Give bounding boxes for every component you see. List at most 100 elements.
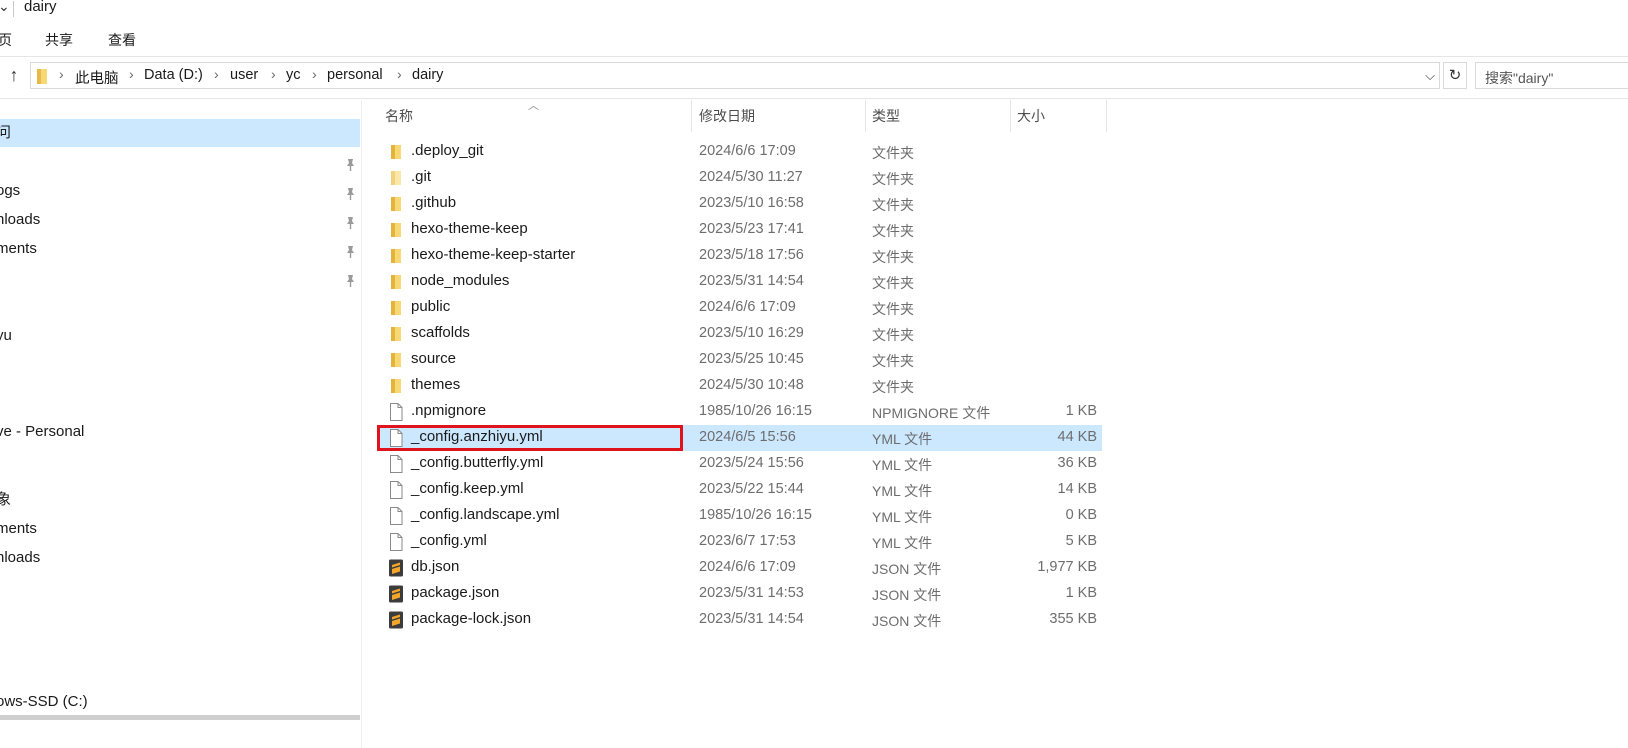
column-separator[interactable] [865, 100, 866, 132]
chevron-right-icon[interactable]: › [214, 66, 219, 82]
folder-icon [36, 67, 50, 89]
nav-item[interactable] [0, 264, 360, 292]
nav-item[interactable]: yu [0, 322, 360, 350]
column-separator[interactable] [1106, 100, 1107, 132]
column-header-date[interactable]: 修改日期 [694, 100, 755, 132]
file-row[interactable]: package-lock.json 2023/5/31 14:54 JSON 文件 3… [380, 607, 1102, 633]
folder-icon [388, 143, 404, 161]
nav-item-label: ments [0, 520, 37, 537]
nav-item[interactable]: ve - Personal [0, 418, 360, 446]
nav-item[interactable]: nloads [0, 206, 360, 234]
folder-icon [388, 377, 404, 395]
file-row[interactable]: .npmignore 1985/10/26 16:15 NPMIGNORE 文件 1 … [380, 399, 1102, 425]
file-row[interactable]: hexo-theme-keep 2023/5/23 17:41 文件夹 [380, 217, 1102, 243]
file-row[interactable]: .deploy_git 2024/6/6 17:09 文件夹 [380, 139, 1102, 165]
file-name: _config.landscape.yml [411, 506, 560, 523]
file-name: _config.butterfly.yml [411, 454, 544, 471]
highlight-annotation [377, 425, 683, 451]
refresh-icon[interactable]: ↻ [1443, 62, 1467, 89]
file-name: public [411, 298, 451, 315]
chevron-right-icon[interactable]: › [129, 66, 134, 82]
file-row[interactable]: source 2023/5/25 10:45 文件夹 [380, 347, 1102, 373]
nav-item-label: ve - Personal [0, 423, 85, 440]
column-header-name[interactable]: 名称 [380, 100, 413, 132]
file-row[interactable]: hexo-theme-keep-starter 2023/5/18 17:56 文件… [380, 243, 1102, 269]
breadcrumb-user[interactable]: user [230, 67, 258, 83]
file-name: themes [411, 376, 461, 393]
pin-icon [344, 270, 356, 287]
column-header-size[interactable]: 大小 [1012, 100, 1045, 132]
column-header-type[interactable]: 类型 [867, 100, 900, 132]
search-input[interactable]: 搜索"dairy" [1475, 62, 1628, 89]
chevron-right-icon[interactable]: › [59, 66, 64, 82]
nav-item[interactable]: ments [0, 515, 360, 543]
nav-item[interactable] [0, 148, 360, 176]
breadcrumb-dairy[interactable]: dairy [412, 67, 443, 83]
file-name: .github [411, 194, 457, 211]
nav-item[interactable]: ogs [0, 177, 360, 205]
file-type: 文件夹 [872, 353, 914, 369]
chevron-down-icon[interactable]: ⌵ [1421, 63, 1439, 88]
pin-icon [344, 241, 356, 258]
breadcrumb-this-pc[interactable]: 此电脑 [75, 67, 119, 88]
address-bar[interactable]: › 此电脑 › Data (D:) › user › yc › personal… [30, 62, 1440, 89]
ribbon-divider [0, 56, 1628, 57]
chevron-right-icon[interactable]: › [312, 66, 317, 82]
tab-view[interactable]: 查看 [108, 30, 136, 50]
nav-item[interactable]: ments [0, 235, 360, 263]
file-name: package.json [411, 584, 500, 601]
nav-item[interactable]: nloads [0, 544, 360, 572]
chevron-right-icon[interactable]: › [397, 66, 402, 82]
breadcrumb-drive-d[interactable]: Data (D:) [144, 67, 203, 83]
file-row[interactable]: package.json 2023/5/31 14:53 JSON 文件 1 KB [380, 581, 1102, 607]
window-title: dairy [24, 0, 57, 15]
file-row[interactable]: .git 2024/5/30 11:27 文件夹 [380, 165, 1102, 191]
file-row[interactable]: themes 2024/5/30 10:48 文件夹 [380, 373, 1102, 399]
nav-item[interactable]: ows-SSD (C:) [0, 688, 360, 716]
file-row[interactable]: .github 2023/5/10 16:58 文件夹 [380, 191, 1102, 217]
tab-home[interactable]: 页 [0, 30, 12, 50]
pane-divider[interactable] [361, 100, 362, 748]
file-row[interactable]: _config.keep.yml 2023/5/22 15:44 YML 文件 14 … [380, 477, 1102, 503]
file-icon [388, 481, 404, 499]
file-date: 2024/6/5 15:56 [699, 429, 796, 445]
file-row[interactable]: db.json 2024/6/6 17:09 JSON 文件 1,977 KB [380, 555, 1102, 581]
up-arrow-icon[interactable]: ↑ [4, 64, 24, 86]
nav-item-label: ogs [0, 182, 21, 199]
file-name: hexo-theme-keep-starter [411, 246, 576, 263]
tab-share[interactable]: 共享 [45, 30, 73, 50]
file-row[interactable]: _config.butterfly.yml 2023/5/24 15:56 YML … [380, 451, 1102, 477]
file-row[interactable]: scaffolds 2023/5/10 16:29 文件夹 [380, 321, 1102, 347]
sort-ascending-icon: ︿ [528, 100, 539, 112]
file-name: source [411, 350, 457, 367]
horizontal-scrollbar[interactable] [0, 715, 360, 720]
ribbon-tabs: 页 共享 查看 [0, 26, 1628, 54]
file-size: 1 KB [1065, 403, 1097, 419]
file-type: 文件夹 [872, 171, 914, 187]
file-type: YML 文件 [872, 535, 933, 551]
nav-item[interactable]: 问 [0, 119, 360, 147]
pin-icon [344, 183, 356, 200]
chevron-right-icon[interactable]: › [271, 66, 276, 82]
folder-icon [388, 169, 404, 187]
file-row[interactable]: public 2024/6/6 17:09 文件夹 [380, 295, 1102, 321]
file-date: 2023/6/7 17:53 [699, 533, 796, 549]
file-type: YML 文件 [872, 457, 933, 473]
file-date: 2024/6/6 17:09 [699, 299, 796, 315]
quick-access-toolbar-icon[interactable]: ⌄ [0, 0, 10, 15]
file-row[interactable]: node_modules 2023/5/31 14:54 文件夹 [380, 269, 1102, 295]
nav-item[interactable]: 象 [0, 486, 360, 514]
column-separator[interactable] [691, 100, 692, 132]
file-name: hexo-theme-keep [411, 220, 528, 237]
file-date: 2024/6/6 17:09 [699, 559, 796, 575]
file-date: 2023/5/10 16:29 [699, 325, 804, 341]
file-type: 文件夹 [872, 223, 914, 239]
breadcrumb-yc[interactable]: yc [286, 67, 301, 83]
nav-item-label: ments [0, 240, 37, 257]
breadcrumb-personal[interactable]: personal [327, 67, 383, 83]
pin-icon [344, 212, 356, 229]
folder-icon [388, 273, 404, 291]
file-row[interactable]: _config.yml 2023/6/7 17:53 YML 文件 5 KB [380, 529, 1102, 555]
column-separator[interactable] [1010, 100, 1011, 132]
file-row[interactable]: _config.landscape.yml 1985/10/26 16:15 YML… [380, 503, 1102, 529]
